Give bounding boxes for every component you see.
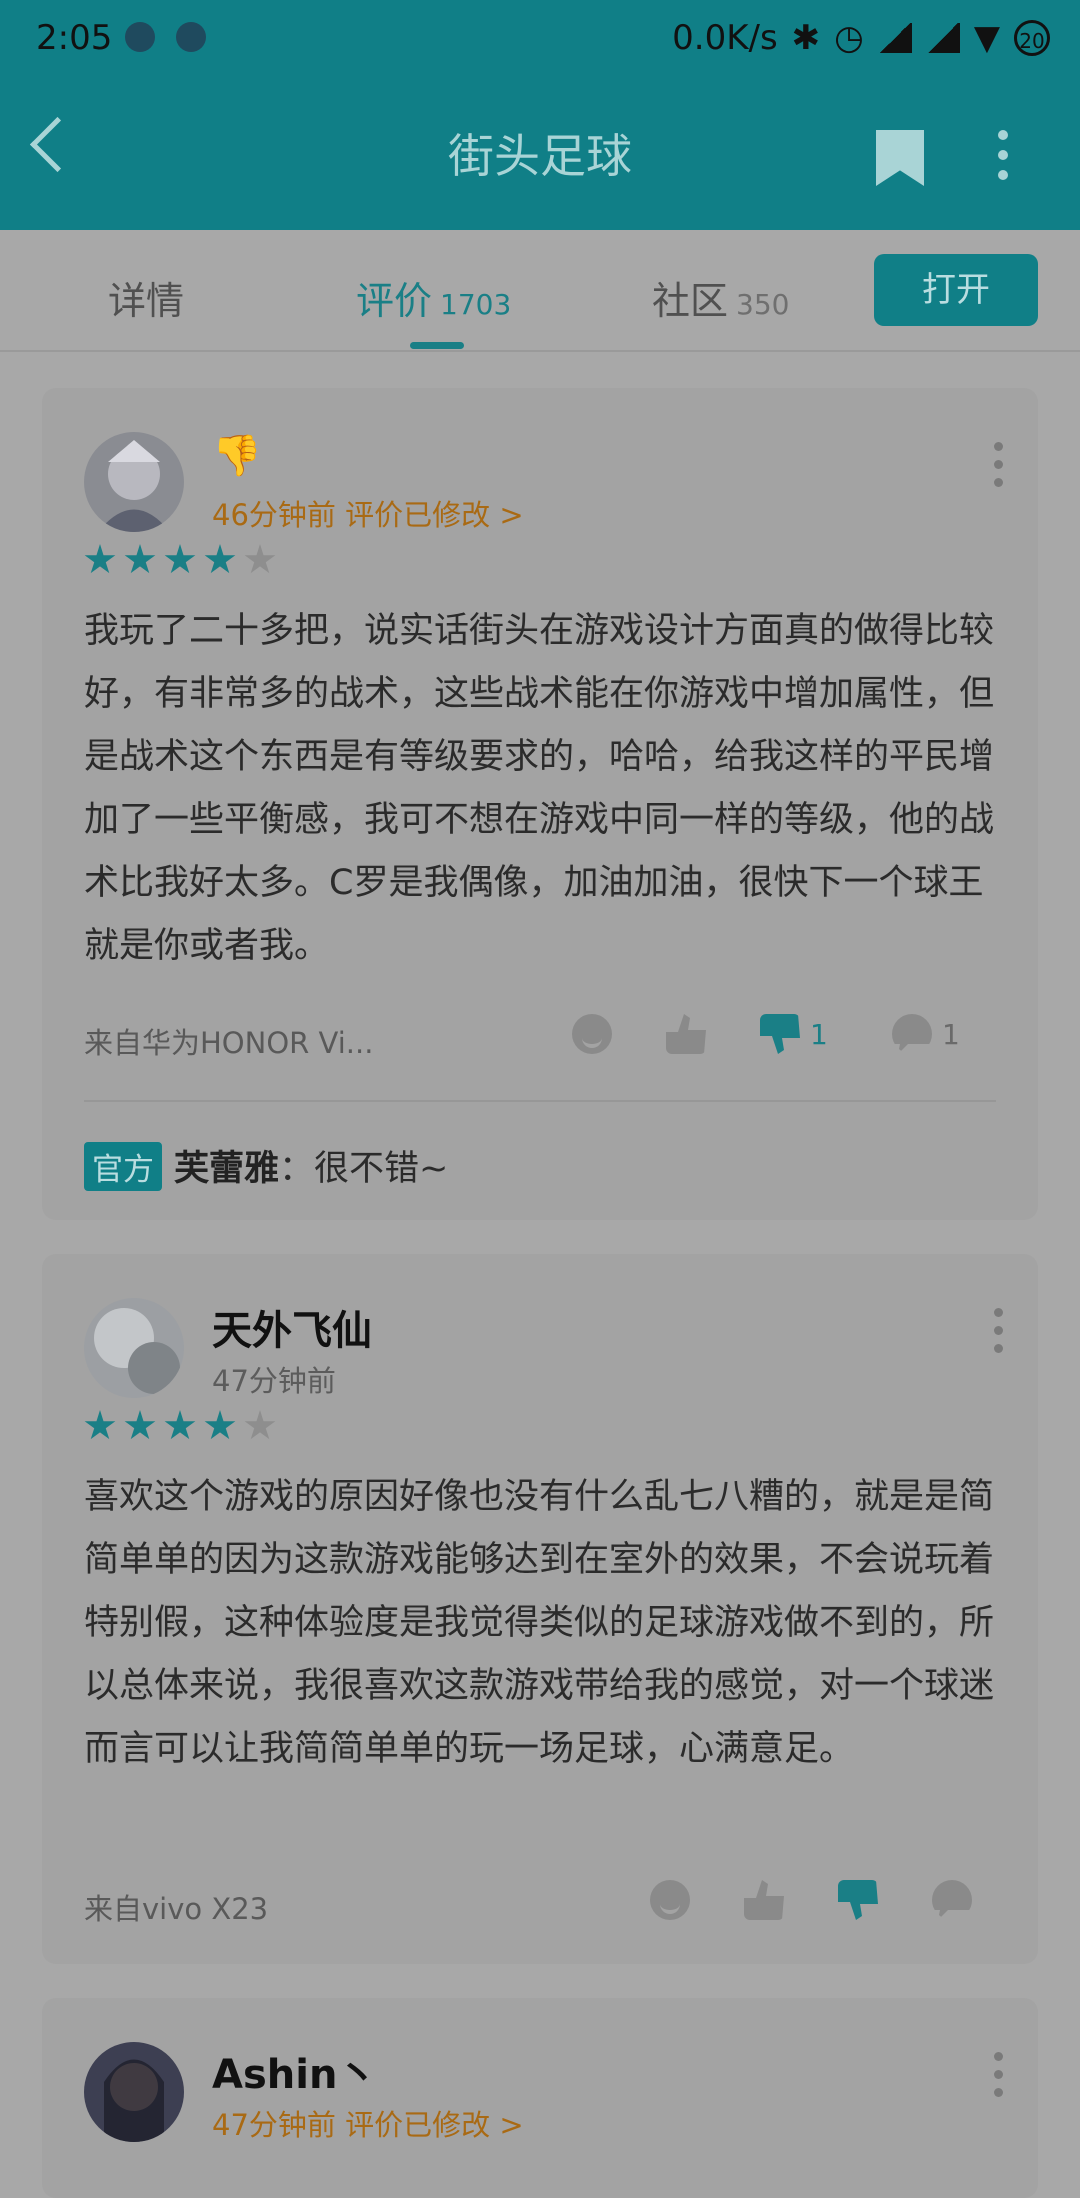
dislike-button[interactable] — [838, 1880, 878, 1920]
smile-icon — [650, 1880, 690, 1920]
review-text: 喜欢这个游戏的原因好像也没有什么乱七八糟的，就是是简简单单的因为这款游戏能够达到… — [84, 1477, 995, 1769]
reply-author: 芙蕾雅 — [174, 1149, 280, 1189]
signal-icon — [877, 23, 912, 53]
more-vert-icon[interactable] — [994, 442, 1004, 496]
message-notification-icon — [125, 22, 155, 52]
comment-count: 1 — [942, 1017, 960, 1051]
dislike-button[interactable]: 1 — [760, 1014, 828, 1054]
avatar-image — [84, 2042, 184, 2142]
star-icon — [84, 544, 116, 574]
review-time[interactable]: 46分钟前 评价已修改 > — [212, 492, 524, 534]
avatar-image — [84, 1298, 184, 1398]
avatar[interactable] — [84, 1298, 184, 1398]
bluetooth-icon: ✱ — [791, 18, 821, 58]
tab-community[interactable]: 社区 350 — [652, 270, 789, 325]
star-empty-icon — [244, 1410, 276, 1440]
smile-icon — [572, 1014, 612, 1054]
comment-icon — [892, 1014, 932, 1054]
rating-stars — [84, 1410, 276, 1442]
tab-reviews[interactable]: 评价 1703 — [356, 270, 511, 325]
status-time: 2:05 — [36, 18, 113, 58]
status-bar: 2:05 0.0K/s ✱ ◷ ▼ 20 — [0, 0, 1080, 75]
tab-label: 社区 — [652, 279, 729, 323]
comment-button[interactable] — [932, 1880, 972, 1920]
clock-notification-icon — [176, 22, 206, 52]
comment-button[interactable]: 1 — [892, 1014, 960, 1054]
battery-icon: 20 — [1014, 20, 1050, 56]
thumbs-down-icon — [760, 1014, 800, 1054]
review-card: Ashin丶 47分钟前 评价已修改 > — [42, 1998, 1038, 2198]
like-button[interactable] — [744, 1880, 784, 1920]
review-time: 47分钟前 — [212, 1364, 336, 1398]
star-icon — [124, 544, 156, 574]
official-badge: 官方 — [84, 1142, 162, 1191]
tab-label: 详情 — [108, 279, 185, 323]
rating-stars — [84, 544, 276, 576]
app-bar: 街头足球 — [0, 75, 1080, 230]
official-reply[interactable]: 官方 芙蕾雅：很不错~ — [84, 1140, 448, 1191]
star-empty-icon — [244, 544, 276, 574]
thumbs-up-icon — [666, 1014, 706, 1054]
review-text: 我玩了二十多把，说实话街头在游戏设计方面真的做得比较好，有非常多的战术，这些战术… — [84, 611, 995, 966]
star-icon — [164, 1410, 196, 1440]
thumbs-up-icon — [744, 1880, 784, 1920]
wifi-icon: ▼ — [973, 18, 1000, 58]
dislike-count: 1 — [810, 1017, 828, 1051]
alarm-icon: ◷ — [834, 18, 864, 58]
tab-indicator — [410, 342, 464, 349]
avatar[interactable] — [84, 2042, 184, 2142]
signal-icon — [925, 23, 960, 53]
more-vert-icon[interactable] — [994, 2052, 1004, 2106]
comment-icon — [932, 1880, 972, 1920]
network-speed: 0.0K/s — [672, 18, 778, 58]
divider — [84, 1100, 996, 1102]
device-info: 来自vivo X23 — [84, 1892, 269, 1926]
avatar[interactable] — [84, 432, 184, 532]
reviewer-name[interactable]: 天外飞仙 — [212, 1298, 372, 1356]
star-icon — [124, 1410, 156, 1440]
reviewer-emoji: 👎 — [212, 433, 262, 479]
star-icon — [84, 1410, 116, 1440]
review-time[interactable]: 47分钟前 评价已修改 > — [212, 2102, 524, 2144]
more-vert-icon[interactable] — [994, 1308, 1004, 1362]
star-icon — [204, 1410, 236, 1440]
like-button[interactable] — [666, 1014, 706, 1054]
tab-count: 350 — [736, 288, 790, 321]
star-icon — [204, 544, 236, 574]
more-vert-icon[interactable] — [998, 130, 1010, 190]
tab-details[interactable]: 详情 — [108, 270, 184, 325]
star-icon — [164, 544, 196, 574]
avatar-image — [84, 432, 184, 532]
emoji-react-button[interactable] — [572, 1014, 612, 1054]
device-info: 来自华为HONOR Vi... — [84, 1026, 374, 1060]
reply-text: ：很不错~ — [279, 1149, 449, 1189]
thumbs-down-icon — [838, 1880, 878, 1920]
review-card: 天外飞仙 47分钟前 喜欢这个游戏的原因好像也没有什么乱七八糟的，就是是简简单单… — [42, 1254, 1038, 1964]
tab-bar: 详情 评价 1703 社区 350 打开 — [0, 230, 1080, 352]
tab-label: 评价 — [356, 279, 433, 323]
emoji-react-button[interactable] — [650, 1880, 690, 1920]
tab-count: 1703 — [440, 288, 512, 321]
review-card: 👎 46分钟前 评价已修改 > 我玩了二十多把，说实话街头在游戏设计方面真的做得… — [42, 388, 1038, 1220]
open-button[interactable]: 打开 — [874, 254, 1038, 326]
reviewer-name[interactable]: Ashin丶 — [212, 2042, 377, 2100]
